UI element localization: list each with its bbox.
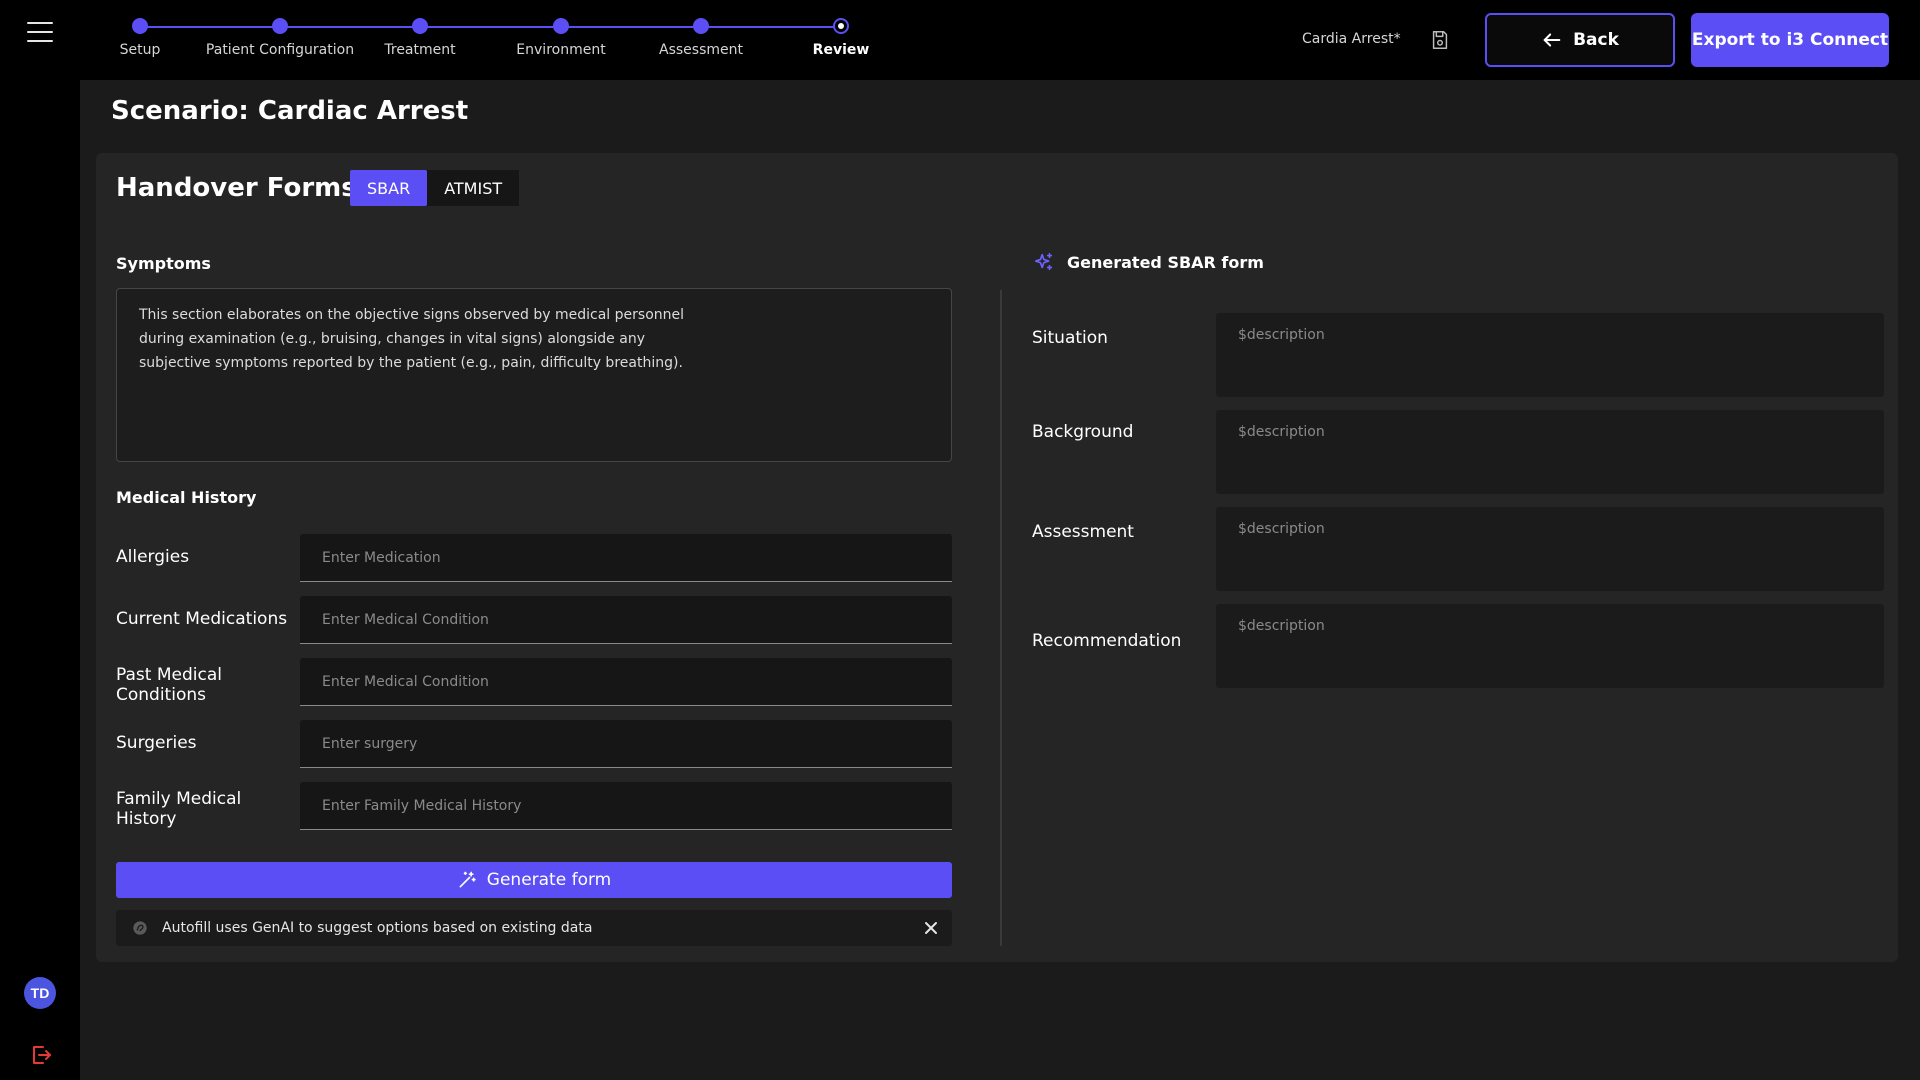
medical-history-heading: Medical History [116,488,257,507]
save-icon[interactable] [1429,29,1451,51]
tab-atmist[interactable]: ATMIST [427,170,520,206]
arrow-left-icon [1543,33,1561,47]
generate-form-label: Generate form [486,870,612,890]
recommendation-value: $description [1238,618,1325,634]
step-treatment[interactable]: Treatment [340,18,500,58]
step-dot [553,18,569,34]
progress-stepper: Setup Patient Configuration Treatment En… [110,16,910,66]
current-medications-label: Current Medications [116,609,288,629]
generated-sbar-title: Generated SBAR form [1067,252,1264,272]
handover-card: Handover Forms: SBAR ATMIST Symptoms Thi… [96,153,1898,962]
background-field[interactable]: $description [1216,410,1884,494]
ai-icon [133,921,147,935]
situation-value: $description [1238,327,1325,343]
step-dot [693,18,709,34]
background-value: $description [1238,424,1325,440]
surgeries-input[interactable] [300,720,952,768]
step-label: Treatment [384,42,456,58]
family-medical-history-input[interactable] [300,782,952,830]
recommendation-field[interactable]: $description [1216,604,1884,688]
past-medical-conditions-input[interactable] [300,658,952,706]
logout-icon[interactable] [29,1043,53,1067]
recommendation-label: Recommendation [1032,631,1182,651]
assessment-value: $description [1238,521,1325,537]
top-bar: Setup Patient Configuration Treatment En… [80,0,1920,80]
sidebar: TD [0,0,80,1080]
symptoms-textarea[interactable]: This section elaborates on the objective… [116,288,952,462]
assessment-label: Assessment [1032,522,1134,542]
step-review[interactable]: Review [761,18,921,58]
step-dot [272,18,288,34]
page-title: Scenario: Cardiac Arrest [111,96,469,126]
family-medical-history-label: Family Medical History [116,789,242,829]
background-label: Background [1032,422,1134,442]
menu-icon[interactable] [27,22,53,42]
situation-label: Situation [1032,328,1108,348]
handover-forms-title: Handover Forms: [116,173,368,203]
step-assessment[interactable]: Assessment [621,18,781,58]
sparkle-icon [1034,252,1053,271]
back-button-label: Back [1573,30,1619,50]
step-dot-current [833,18,849,34]
export-button[interactable]: Export to i3 Connect [1691,13,1889,67]
allergies-input[interactable] [300,534,952,582]
back-button[interactable]: Back [1485,13,1675,67]
past-medical-conditions-label: Past Medical Conditions [116,665,222,705]
step-label: Patient Configuration [205,42,355,58]
symptoms-heading: Symptoms [116,254,211,273]
surgeries-label: Surgeries [116,733,197,753]
scenario-file-name: Cardia Arrest* [1302,31,1401,47]
step-dot [412,18,428,34]
step-patient-configuration[interactable]: Patient Configuration [200,18,360,58]
step-setup[interactable]: Setup [60,18,220,58]
assessment-field[interactable]: $description [1216,507,1884,591]
autofill-notice: Autofill uses GenAI to suggest options b… [116,910,952,946]
magic-wand-icon [459,871,476,888]
avatar[interactable]: TD [24,977,56,1009]
generated-sbar-header: Generated SBAR form [1033,251,1264,273]
generate-form-button[interactable]: Generate form [116,862,952,898]
autofill-notice-text: Autofill uses GenAI to suggest options b… [162,920,593,936]
tab-sbar[interactable]: SBAR [350,170,428,206]
step-label: Assessment [659,42,743,58]
step-environment[interactable]: Environment [481,18,641,58]
allergies-label: Allergies [116,547,190,567]
current-medications-input[interactable] [300,596,952,644]
column-divider [1000,290,1002,946]
form-type-tabs: SBAR ATMIST [350,170,520,206]
close-icon[interactable] [924,921,938,935]
situation-field[interactable]: $description [1216,313,1884,397]
step-label: Review [812,42,870,58]
step-dot [132,18,148,34]
symptoms-text: This section elaborates on the objective… [139,307,685,371]
step-label: Environment [516,42,606,58]
step-label: Setup [119,42,161,58]
